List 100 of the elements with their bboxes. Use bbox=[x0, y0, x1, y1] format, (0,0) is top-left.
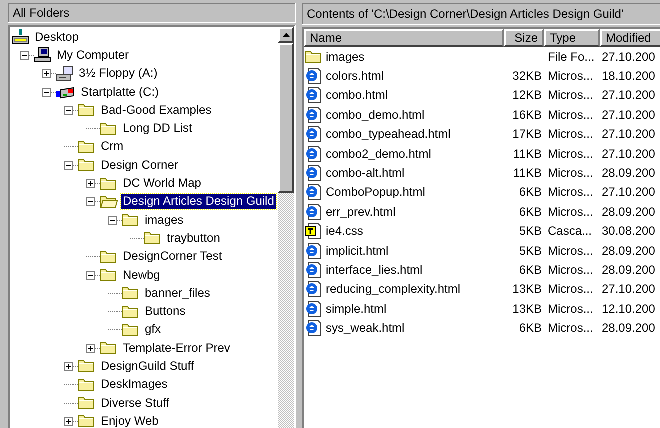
file-modified: 30.08.200 bbox=[602, 224, 656, 238]
web-page-icon bbox=[305, 165, 323, 182]
file-name[interactable]: sys_weak.html bbox=[326, 319, 405, 338]
file-modified: 27.10.200 bbox=[602, 146, 656, 161]
folder-label[interactable]: Crm bbox=[99, 139, 126, 154]
file-type: Micros... bbox=[548, 302, 594, 316]
file-size: 13KB bbox=[512, 302, 542, 316]
pane-title: Contents of 'C:\Design Corner\Design Articles Design Guild' bbox=[302, 3, 660, 25]
stylesheet-icon bbox=[305, 223, 323, 240]
file-modified: 27.10.200 bbox=[602, 50, 656, 64]
file-type: Micros... bbox=[548, 185, 594, 200]
file-modified: 27.10.200 bbox=[602, 88, 656, 102]
column-header[interactable]: Size bbox=[504, 29, 544, 47]
folder-label[interactable]: traybutton bbox=[165, 230, 222, 246]
folder-label[interactable]: DC World Map bbox=[121, 176, 204, 192]
computer-icon bbox=[34, 47, 52, 64]
file-size: 5KB bbox=[519, 244, 542, 258]
file-modified: 27.10.200 bbox=[602, 127, 656, 142]
file-modified: 28.09.200 bbox=[602, 321, 656, 336]
scroll-thumb[interactable] bbox=[278, 43, 294, 193]
expand-icon[interactable] bbox=[86, 344, 95, 353]
column-header[interactable]: Name bbox=[304, 29, 504, 47]
web-page-icon bbox=[305, 262, 323, 278]
file-name[interactable]: combo-alt.html bbox=[326, 164, 405, 182]
folder-label[interactable]: My Computer bbox=[55, 48, 132, 63]
web-page-icon bbox=[305, 68, 323, 84]
file-size: 32KB bbox=[512, 69, 542, 84]
web-page-icon bbox=[305, 106, 323, 123]
file-name[interactable]: simple.html bbox=[326, 300, 387, 318]
file-name[interactable]: combo_typeahead.html bbox=[326, 125, 451, 144]
web-page-icon bbox=[305, 204, 323, 220]
expand-icon[interactable] bbox=[86, 179, 95, 188]
file-modified: 28.09.200 bbox=[602, 262, 656, 277]
file-name[interactable]: combo2_demo.html bbox=[326, 144, 432, 163]
collapse-icon[interactable] bbox=[64, 160, 73, 170]
folder-icon bbox=[122, 322, 140, 337]
collapse-icon[interactable] bbox=[86, 270, 95, 280]
web-page-icon bbox=[305, 281, 323, 298]
floppy-drive-icon bbox=[56, 66, 74, 82]
collapse-icon[interactable] bbox=[86, 197, 95, 206]
folder-label[interactable]: images bbox=[143, 212, 186, 228]
folder-icon bbox=[78, 140, 96, 154]
folder-label[interactable]: Desktop bbox=[33, 30, 82, 45]
folder-icon bbox=[100, 268, 118, 282]
file-size: 6KB bbox=[519, 185, 542, 200]
column-header[interactable]: Type bbox=[544, 29, 600, 47]
folder-label[interactable]: Enjoy Web bbox=[99, 414, 161, 428]
folder-label[interactable]: Template-Error Prev bbox=[121, 340, 232, 356]
folder-label[interactable]: Design Articles Design Guild bbox=[121, 194, 276, 210]
folder-label[interactable]: 3½ Floppy (A:) bbox=[77, 66, 160, 82]
open-folder-icon bbox=[100, 194, 118, 209]
file-name[interactable]: combo_demo.html bbox=[326, 106, 425, 124]
file-name[interactable]: colors.html bbox=[326, 67, 384, 86]
file-name[interactable]: reducing_complexity.html bbox=[326, 280, 461, 298]
file-modified: 27.10.200 bbox=[602, 282, 656, 296]
column-header[interactable]: Modified bbox=[600, 29, 660, 47]
expand-icon[interactable] bbox=[42, 69, 51, 78]
expand-icon[interactable] bbox=[64, 362, 73, 371]
folder-label[interactable]: Design Corner bbox=[99, 158, 180, 173]
file-size: 13KB bbox=[512, 282, 542, 296]
folder-label[interactable]: Newbg bbox=[121, 268, 162, 282]
folder-label[interactable]: Startplatte (C:) bbox=[79, 84, 162, 100]
file-name[interactable]: ComboPopup.html bbox=[326, 183, 426, 202]
collapse-icon[interactable] bbox=[20, 50, 29, 60]
folder-label[interactable]: Buttons bbox=[143, 304, 188, 320]
expand-icon[interactable] bbox=[64, 416, 73, 426]
folder-label[interactable]: gfx bbox=[143, 322, 164, 338]
folder-icon bbox=[78, 158, 96, 172]
folder-label[interactable]: Diverse Stuff bbox=[99, 396, 172, 411]
file-size: 11KB bbox=[514, 166, 542, 180]
folder-icon bbox=[305, 50, 323, 64]
file-modified: 18.10.200 bbox=[602, 69, 656, 84]
file-type: Micros... bbox=[548, 262, 594, 277]
folder-label[interactable]: Long DD List bbox=[121, 121, 194, 136]
file-type: Micros... bbox=[548, 146, 594, 161]
file-name[interactable]: err_prev.html bbox=[326, 202, 396, 221]
file-name[interactable]: implicit.html bbox=[326, 242, 389, 260]
file-name[interactable]: ie4.css bbox=[326, 222, 364, 240]
file-type: Micros... bbox=[548, 282, 594, 296]
folder-icon bbox=[122, 304, 140, 319]
web-page-icon bbox=[305, 320, 323, 336]
collapse-icon[interactable] bbox=[64, 106, 73, 115]
up-arrow-icon bbox=[282, 33, 290, 37]
file-name[interactable]: interface_lies.html bbox=[326, 260, 423, 279]
file-modified: 12.10.200 bbox=[602, 302, 656, 316]
folder-icon bbox=[78, 396, 96, 410]
file-modified: 28.09.200 bbox=[602, 244, 656, 258]
file-size: 6KB bbox=[519, 321, 542, 336]
scroll-up-button[interactable] bbox=[278, 27, 294, 43]
file-name[interactable]: images bbox=[326, 48, 365, 66]
folder-label[interactable]: banner_files bbox=[143, 286, 212, 301]
folder-label[interactable]: DeskImages bbox=[99, 377, 170, 392]
folder-label[interactable]: DesignGuild Stuff bbox=[99, 358, 196, 374]
collapse-icon[interactable] bbox=[108, 216, 117, 225]
scrollbar[interactable] bbox=[278, 27, 294, 428]
collapse-icon[interactable] bbox=[42, 88, 51, 97]
file-size: 11KB bbox=[514, 146, 542, 161]
folder-label[interactable]: Bad-Good Examples bbox=[99, 102, 214, 118]
folder-label[interactable]: DesignCorner Test bbox=[121, 249, 224, 264]
file-name[interactable]: combo.html bbox=[326, 86, 388, 104]
